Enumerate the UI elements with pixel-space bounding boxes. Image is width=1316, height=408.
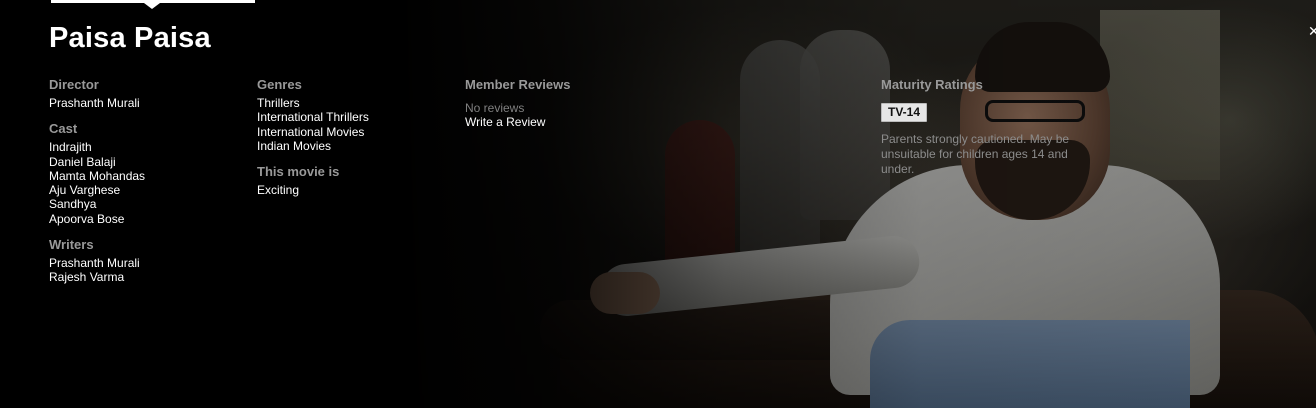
maturity-label: Maturity Ratings [881,77,983,92]
writer-name[interactable]: Rajesh Varma [49,270,249,284]
active-tab-notch [144,3,160,9]
reviews-column: Member Reviews No reviews Write a Review [465,78,765,130]
cast-member[interactable]: Indrajith [49,140,249,154]
director-label: Director [49,77,99,92]
cast-section: Cast Indrajith Daniel Balaji Mamta Mohan… [49,122,249,226]
maturity-rating-badge: TV-14 [881,103,928,122]
genre-link[interactable]: International Thrillers [257,110,457,124]
cast-member[interactable]: Aju Varghese [49,183,249,197]
write-review-link[interactable]: Write a Review [465,115,765,129]
cast-member[interactable]: Daniel Balaji [49,155,249,169]
genre-link[interactable]: Thrillers [257,96,457,110]
no-reviews-text: No reviews [465,101,525,115]
maturity-column: Maturity Ratings TV-14 Parents strongly … [881,78,1101,177]
cast-label: Cast [49,121,78,137]
close-icon[interactable]: ✕ [1308,24,1316,38]
genre-link[interactable]: Indian Movies [257,139,457,153]
genres-label: Genres [257,77,302,92]
writer-name[interactable]: Prashanth Murali [49,256,249,270]
this-movie-is-section: This movie is Exciting [257,164,457,198]
reviews-body: No reviews Write a Review [465,101,765,130]
cast-member[interactable]: Mamta Mohandas [49,169,249,183]
director-section: Director Prashanth Murali [49,77,249,111]
genres-column: Genres Thrillers International Thrillers… [257,78,457,209]
reviews-label: Member Reviews [465,77,571,92]
director-name[interactable]: Prashanth Murali [49,96,249,110]
mood-tag-link[interactable]: Exciting [257,183,457,197]
details-panel: ✕ Paisa Paisa Director Prashanth Murali … [0,0,1316,408]
cast-member[interactable]: Apoorva Bose [49,212,249,226]
cast-member[interactable]: Sandhya [49,197,249,211]
this-movie-is-label: This movie is [257,164,340,180]
credits-column: Director Prashanth Murali Cast Indrajith… [49,78,249,297]
writers-section: Writers Prashanth Murali Rajesh Varma [49,238,249,285]
movie-title: Paisa Paisa [49,22,211,54]
writers-label: Writers [49,237,94,253]
maturity-description: Parents strongly cautioned. May be unsui… [881,132,1070,176]
genre-link[interactable]: International Movies [257,125,457,139]
genres-section: Genres Thrillers International Thrillers… [257,78,457,153]
